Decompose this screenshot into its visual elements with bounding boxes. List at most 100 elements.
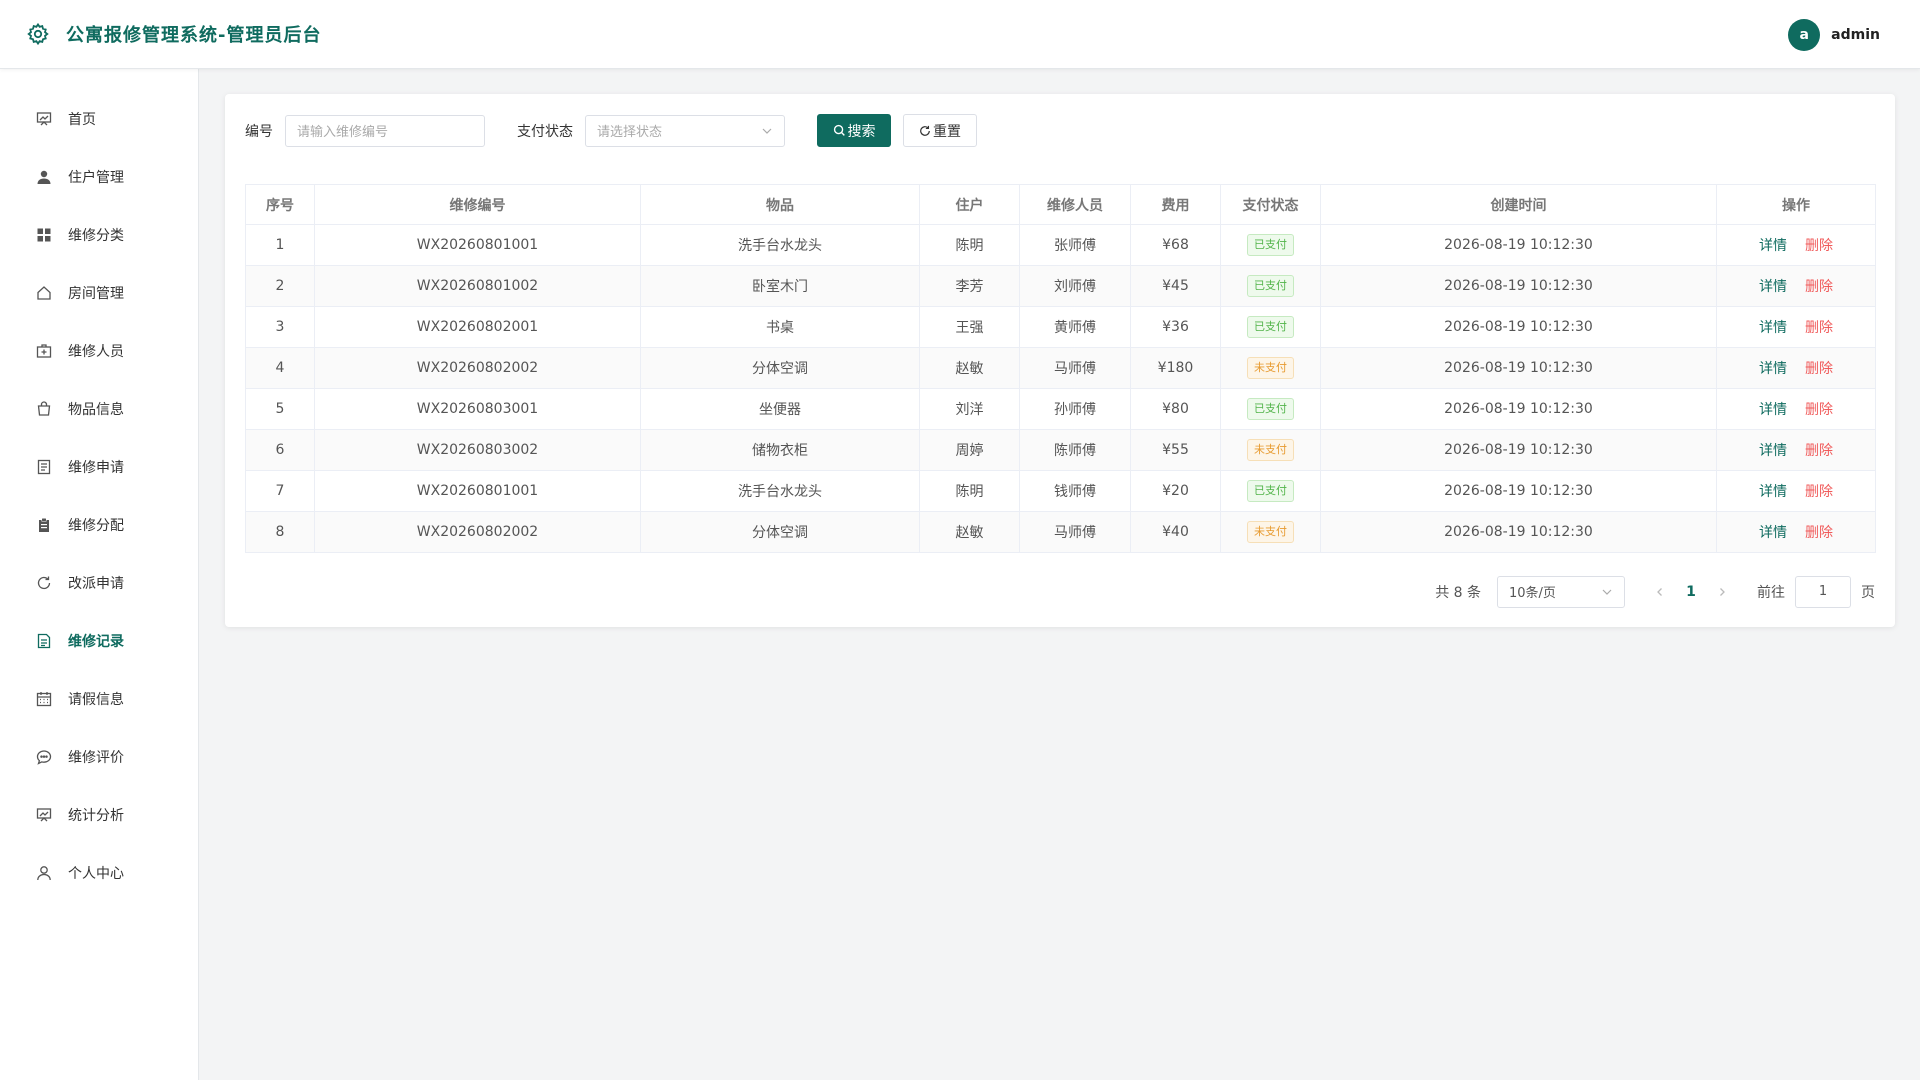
cell-status: 未支付	[1220, 347, 1321, 389]
sidebar-item-label: 维修评价	[68, 750, 124, 766]
cell-index: 2	[245, 265, 315, 307]
cell-time: 2026-08-19 10:12:30	[1320, 429, 1717, 471]
goto-label: 前往	[1757, 584, 1785, 601]
detail-link[interactable]: 详情	[1759, 484, 1787, 500]
delete-link[interactable]: 删除	[1805, 320, 1833, 336]
username[interactable]: admin	[1831, 27, 1880, 43]
next-page-icon[interactable]	[1711, 587, 1733, 597]
sidebar-item-repair-records[interactable]: 维修记录	[0, 612, 198, 670]
delete-link[interactable]: 删除	[1805, 361, 1833, 377]
prev-page-icon[interactable]	[1649, 587, 1671, 597]
cell-worker: 马师傅	[1019, 511, 1131, 553]
goto-page-input[interactable]: 1	[1795, 575, 1851, 608]
sidebar-item-label: 改派申请	[68, 576, 124, 592]
cell-time: 2026-08-19 10:12:30	[1320, 470, 1717, 512]
cell-time: 2026-08-19 10:12:30	[1320, 347, 1717, 389]
status-badge: 未支付	[1247, 521, 1294, 543]
search-button[interactable]: 搜索	[817, 114, 891, 147]
sidebar-item-residents[interactable]: 住户管理	[0, 148, 198, 206]
sidebar-item-profile[interactable]: 个人中心	[0, 844, 198, 902]
sidebar-item-reviews[interactable]: 维修评价	[0, 728, 198, 786]
cell-actions: 详情 删除	[1716, 388, 1876, 430]
calendar-icon	[35, 690, 53, 708]
cell-code: WX20260801001	[314, 224, 641, 266]
status-filter-label: 支付状态	[517, 123, 573, 140]
sidebar-item-label: 维修记录	[68, 634, 124, 650]
cell-status: 已支付	[1220, 470, 1321, 512]
status-select[interactable]: 请选择状态	[585, 114, 785, 147]
detail-link[interactable]: 详情	[1759, 279, 1787, 295]
column-header: 物品	[640, 184, 920, 225]
avatar[interactable]: a	[1788, 19, 1821, 51]
cell-actions: 详情 删除	[1716, 511, 1876, 553]
cell-actions: 详情 删除	[1716, 265, 1876, 307]
sidebar-item-label: 维修分类	[68, 228, 124, 244]
sidebar-item-label: 物品信息	[68, 402, 124, 418]
goto-page-value: 1	[1818, 584, 1828, 599]
delete-link[interactable]: 删除	[1805, 402, 1833, 418]
cell-item: 分体空调	[640, 347, 920, 389]
reset-button[interactable]: 重置	[903, 114, 977, 147]
detail-link[interactable]: 详情	[1759, 443, 1787, 459]
delete-link[interactable]: 删除	[1805, 238, 1833, 254]
cell-index: 3	[245, 306, 315, 348]
cell-resident: 李芳	[919, 265, 1020, 307]
cell-code: WX20260802002	[314, 511, 641, 553]
cell-actions: 详情 删除	[1716, 224, 1876, 266]
detail-link[interactable]: 详情	[1759, 361, 1787, 377]
cell-code: WX20260802002	[314, 347, 641, 389]
sidebar-item-items[interactable]: 物品信息	[0, 380, 198, 438]
clipboard-icon	[35, 516, 53, 534]
delete-link[interactable]: 删除	[1805, 443, 1833, 459]
cell-fee: ¥40	[1130, 511, 1221, 553]
sidebar-item-repair-request[interactable]: 维修申请	[0, 438, 198, 496]
detail-link[interactable]: 详情	[1759, 238, 1787, 254]
delete-link[interactable]: 删除	[1805, 279, 1833, 295]
sidebar-item-leave[interactable]: 请假信息	[0, 670, 198, 728]
delete-link[interactable]: 删除	[1805, 525, 1833, 541]
cell-status: 未支付	[1220, 511, 1321, 553]
page-number-current[interactable]: 1	[1676, 584, 1706, 600]
main-card: 编号 请输入维修编号 支付状态 请选择状态 搜索 重置 序号 维修编号 物品 住…	[225, 94, 1895, 627]
user-menu[interactable]: a admin	[1788, 19, 1880, 51]
detail-link[interactable]: 详情	[1759, 320, 1787, 336]
code-search-input[interactable]: 请输入维修编号	[285, 114, 485, 147]
column-header: 支付状态	[1220, 184, 1321, 225]
delete-link[interactable]: 删除	[1805, 484, 1833, 500]
document-icon	[35, 458, 53, 476]
cell-item: 储物衣柜	[640, 429, 920, 471]
chat-bubble-icon	[35, 748, 53, 766]
cell-fee: ¥180	[1130, 347, 1221, 389]
sidebar: 首页 住户管理 维修分类 房间管理 维修人员 物品信息 维修申请 维修分配 改派…	[0, 69, 199, 1080]
code-filter-label: 编号	[245, 123, 273, 140]
cell-resident: 周婷	[919, 429, 1020, 471]
sidebar-item-repair-assign[interactable]: 维修分配	[0, 496, 198, 554]
filter-bar: 编号 请输入维修编号 支付状态 请选择状态 搜索 重置	[245, 114, 977, 147]
detail-link[interactable]: 详情	[1759, 402, 1787, 418]
cell-index: 7	[245, 470, 315, 512]
brand: 公寓报修管理系统-管理员后台	[26, 21, 321, 47]
search-button-label: 搜索	[847, 123, 876, 140]
cell-index: 4	[245, 347, 315, 389]
sidebar-item-home[interactable]: 首页	[0, 90, 198, 148]
sidebar-item-repair-category[interactable]: 维修分类	[0, 206, 198, 264]
cell-worker: 钱师傅	[1019, 470, 1131, 512]
page-size-select[interactable]: 10条/页	[1497, 575, 1625, 608]
cell-code: WX20260801002	[314, 265, 641, 307]
cell-item: 坐便器	[640, 388, 920, 430]
reset-button-label: 重置	[933, 123, 961, 140]
code-search-placeholder: 请输入维修编号	[297, 125, 389, 140]
cell-resident: 陈明	[919, 224, 1020, 266]
sidebar-item-workers[interactable]: 维修人员	[0, 322, 198, 380]
column-header: 操作	[1716, 184, 1876, 225]
cell-item: 洗手台水龙头	[640, 470, 920, 512]
sidebar-item-rooms[interactable]: 房间管理	[0, 264, 198, 322]
detail-link[interactable]: 详情	[1759, 525, 1787, 541]
column-header: 序号	[245, 184, 315, 225]
cell-code: WX20260803001	[314, 388, 641, 430]
cell-resident: 王强	[919, 306, 1020, 348]
sidebar-item-statistics[interactable]: 统计分析	[0, 786, 198, 844]
cell-time: 2026-08-19 10:12:30	[1320, 224, 1717, 266]
sidebar-item-reassign-request[interactable]: 改派申请	[0, 554, 198, 612]
table-row: 5 WX20260803001 坐便器 刘洋 孙师傅 ¥80 已支付 2026-…	[245, 388, 1876, 430]
